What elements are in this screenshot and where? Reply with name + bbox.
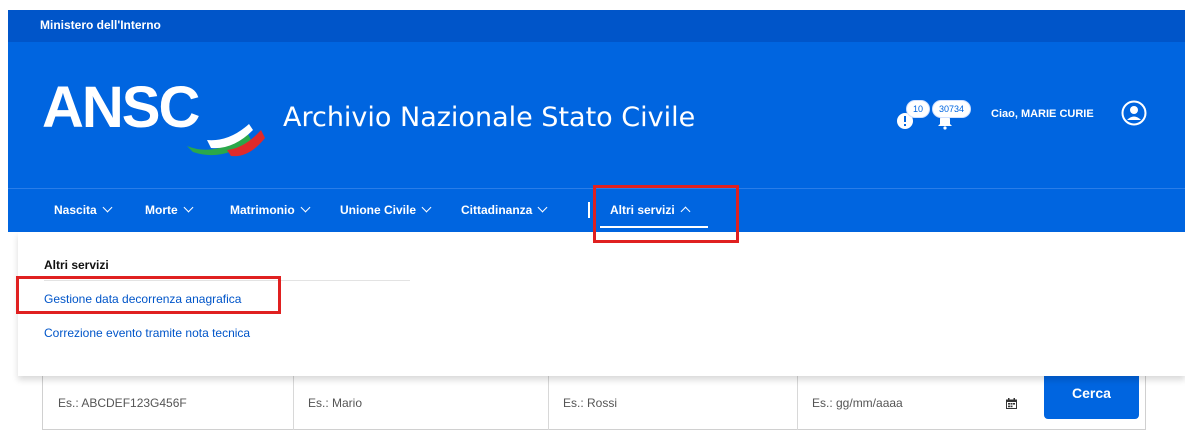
nav-nascita[interactable]: Nascita xyxy=(54,202,113,217)
ansc-logo[interactable]: ANSC xyxy=(42,72,265,157)
ministry-strip: Ministero dell'Interno xyxy=(8,10,1185,42)
logo-flag-swoosh-icon xyxy=(187,124,265,157)
user-circle-icon[interactable] xyxy=(1121,100,1147,126)
field-divider xyxy=(293,376,294,430)
search-form: Es.: ABCDEF123G456F Es.: Mario Es.: Ross… xyxy=(42,376,1146,430)
chevron-down-icon xyxy=(183,202,194,213)
chevron-down-icon xyxy=(537,202,548,213)
app-header: ANSC Archivio Nazionale Stato Civile 10 … xyxy=(8,42,1185,188)
ministry-label: Ministero dell'Interno xyxy=(40,18,161,32)
nav-unione-civile[interactable]: Unione Civile xyxy=(340,202,432,217)
highlight-altri-servizi xyxy=(593,185,739,243)
notifications-button[interactable]: 30734 xyxy=(930,100,986,134)
cognome-input[interactable]: Es.: Rossi xyxy=(563,396,617,410)
nav-nascita-label: Nascita xyxy=(54,203,97,217)
correzione-evento-link[interactable]: Correzione evento tramite nota tecnica xyxy=(44,326,250,340)
dropdown-header: Altri servizi xyxy=(44,258,109,272)
notifications-count-badge: 30734 xyxy=(932,100,972,118)
app-title: Archivio Nazionale Stato Civile xyxy=(283,102,696,133)
nav-unione-civile-label: Unione Civile xyxy=(340,203,417,217)
nav-morte-label: Morte xyxy=(145,203,178,217)
highlight-gestione-link xyxy=(16,276,281,314)
nav-matrimonio-label: Matrimonio xyxy=(230,203,295,217)
nav-cittadinanza[interactable]: Cittadinanza xyxy=(461,202,548,217)
nav-separator xyxy=(588,202,590,218)
chevron-down-icon xyxy=(102,202,113,213)
logo-text: ANSC xyxy=(42,75,200,140)
data-nascita-input[interactable]: Es.: gg/mm/aaaa xyxy=(812,396,903,410)
calendar-icon[interactable] xyxy=(1006,398,1017,409)
chevron-down-icon xyxy=(300,202,311,213)
nav-cittadinanza-label: Cittadinanza xyxy=(461,203,533,217)
alerts-count-badge: 10 xyxy=(906,100,931,118)
nav-morte[interactable]: Morte xyxy=(145,202,194,217)
nav-matrimonio[interactable]: Matrimonio xyxy=(230,202,311,217)
field-divider xyxy=(548,376,549,430)
codice-fiscale-input[interactable]: Es.: ABCDEF123G456F xyxy=(58,396,187,410)
field-divider xyxy=(797,376,798,430)
chevron-down-icon xyxy=(421,202,432,213)
nome-input[interactable]: Es.: Mario xyxy=(308,396,362,410)
user-greeting: Ciao, MARIE CURIE xyxy=(991,108,1094,120)
